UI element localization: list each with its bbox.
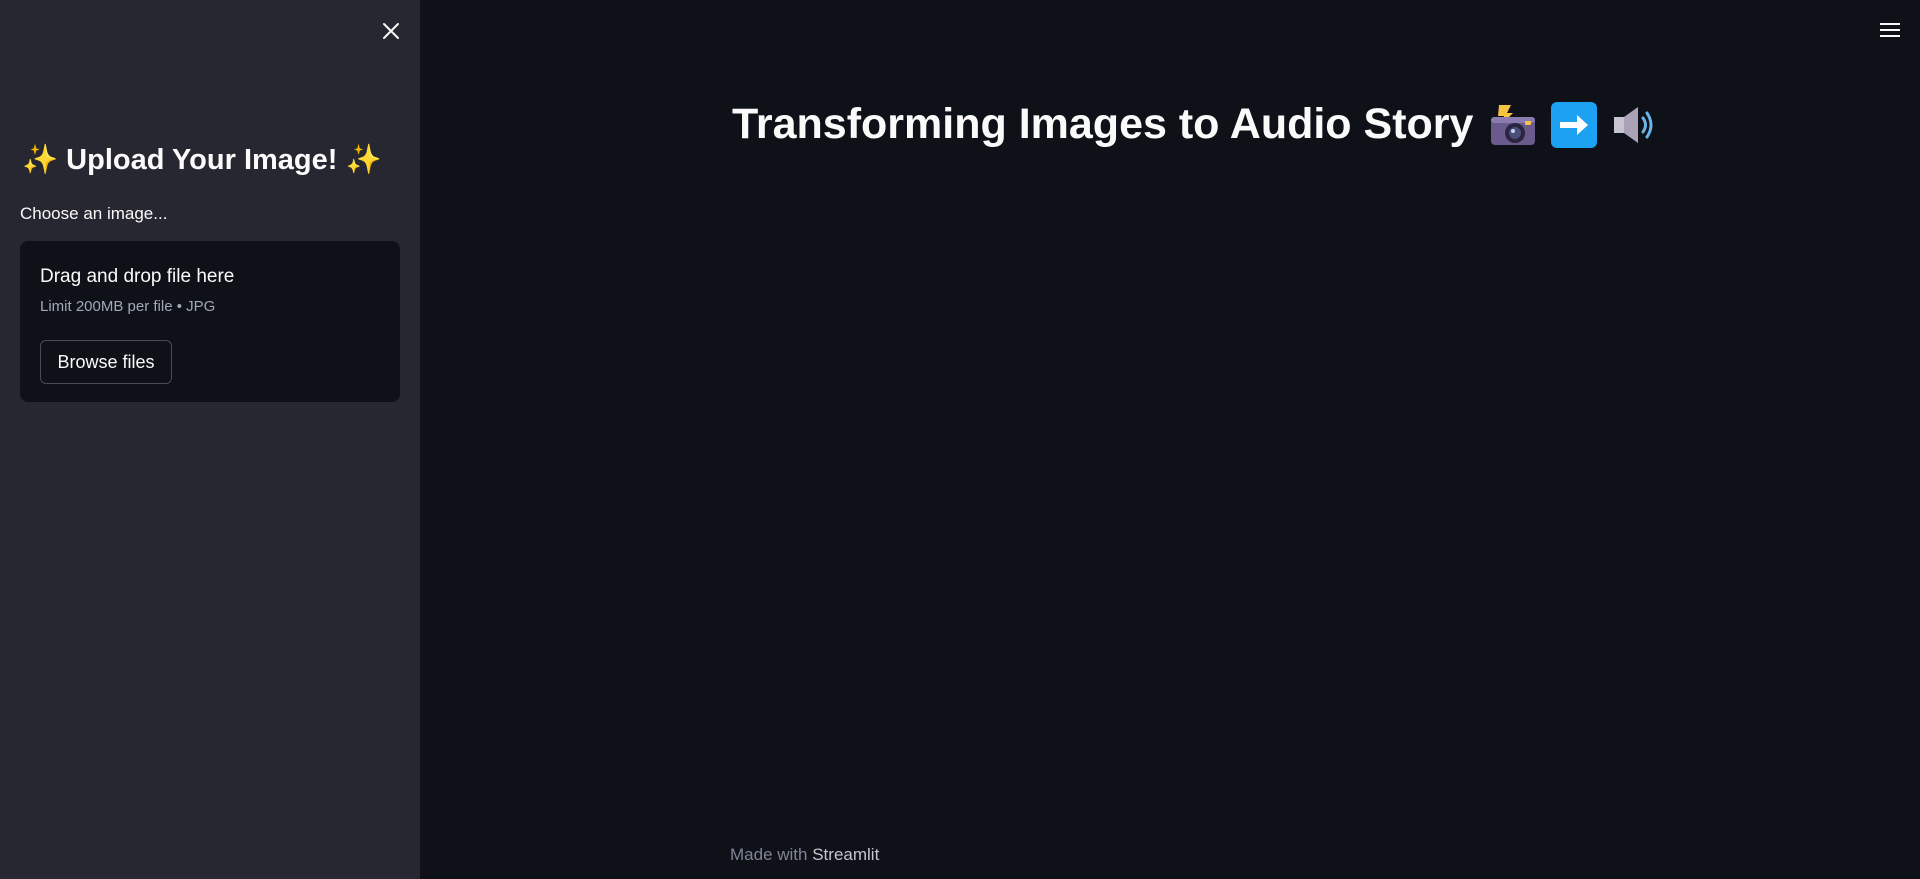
right-arrow-icon [1551, 101, 1598, 148]
dropzone-limit-text: Limit 200MB per file • JPG [40, 298, 216, 315]
page-title: Transforming Images to Audio Story [732, 100, 1659, 149]
dropzone-instructions: Drag and drop file here [40, 266, 235, 287]
uploader-label: Choose an image... [20, 204, 168, 223]
sidebar-title-text: Upload Your Image! [66, 144, 338, 176]
close-sidebar-button[interactable] [376, 16, 406, 46]
camera-with-flash-icon [1491, 104, 1536, 145]
page-title-text: Transforming Images to Audio Story [732, 100, 1474, 148]
hamburger-menu-icon [1880, 23, 1900, 37]
footer-prefix: Made with [730, 845, 808, 864]
app-root: ✨ Upload Your Image! ✨ Choose an image..… [0, 0, 1920, 879]
sparkles-icon: ✨ [22, 144, 59, 176]
sidebar-title: ✨ Upload Your Image! ✨ [22, 143, 382, 177]
footer: Made with Streamlit [730, 845, 879, 865]
main-menu-button[interactable] [1876, 18, 1904, 42]
close-icon [383, 23, 399, 39]
browse-files-button[interactable]: Browse files [40, 340, 172, 384]
sidebar: ✨ Upload Your Image! ✨ Choose an image..… [0, 0, 420, 879]
streamlit-link[interactable]: Streamlit [812, 845, 879, 864]
file-dropzone[interactable]: Drag and drop file here Limit 200MB per … [20, 241, 400, 402]
speaker-high-volume-icon [1614, 106, 1653, 143]
sparkles-icon: ✨ [345, 144, 382, 176]
